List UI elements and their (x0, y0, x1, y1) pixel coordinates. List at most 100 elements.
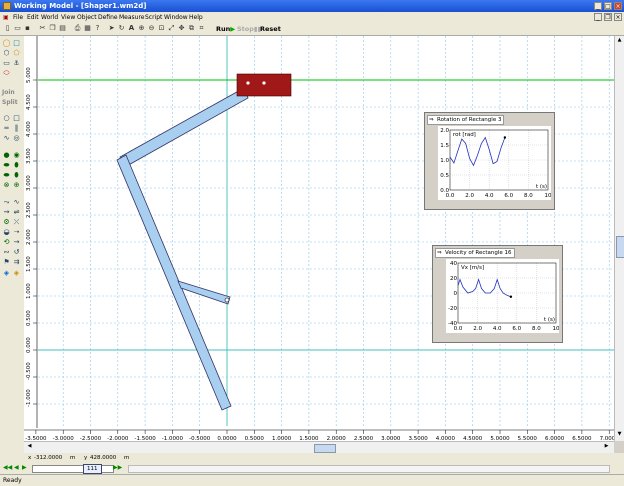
help-icon[interactable]: ? (93, 24, 102, 33)
ellipse-tool-icon[interactable]: ⬭ (2, 69, 11, 78)
world-svg[interactable]: -3.5000 -3.0000 -2.5000 -2.0000 -1.5000 -1.00… (24, 36, 614, 441)
menu-file[interactable]: File (13, 12, 23, 23)
menu-define[interactable]: Define (98, 12, 118, 23)
slot-tool-icon[interactable]: ═ (2, 124, 11, 133)
menu-object[interactable]: Object (77, 12, 97, 23)
curved-tool-icon[interactable]: ⬠ (12, 49, 21, 58)
track-icon[interactable]: ⧉ (187, 24, 196, 33)
menu-edit[interactable]: Edit (27, 12, 39, 23)
menu-world[interactable]: World (41, 12, 58, 23)
motor-icon[interactable]: ◉ (12, 151, 21, 160)
polygon-tool-icon[interactable]: ⬡ (2, 49, 11, 58)
print-icon[interactable]: ⎙ (73, 24, 82, 33)
horizontal-scroll-thumb[interactable] (314, 444, 336, 453)
info-icon[interactable]: ▦ (83, 24, 92, 33)
doc-icon[interactable]: ▣ (3, 12, 9, 23)
torque-tool-icon[interactable]: ⟲ (2, 238, 11, 247)
block-pin-left[interactable] (246, 81, 250, 85)
menu-view[interactable]: View (61, 12, 75, 23)
meter-velocity[interactable]: ⇒ Velocity of Rectangle 16 0.0 2.0 4.0 6.0 8.… (432, 245, 563, 343)
text-icon[interactable]: A (127, 24, 136, 33)
separator-tool-icon[interactable]: ⤫ (12, 218, 21, 227)
circle-tool-icon[interactable]: ◯ (2, 39, 11, 48)
stop-button[interactable]: Stop▮▮ (237, 24, 261, 34)
open-icon[interactable]: ▭ (13, 24, 22, 33)
menu-script[interactable]: Script (145, 12, 162, 23)
fit-icon[interactable]: ⤢ (167, 24, 176, 33)
rod-tool-icon[interactable]: ⇌ (12, 208, 21, 217)
actuator-tool-icon[interactable]: ⚙ (2, 218, 11, 227)
doc-close-icon[interactable]: × (614, 13, 622, 21)
rigid-joint-icon[interactable]: ⬬ (2, 161, 11, 170)
workspace-canvas[interactable]: -3.5000 -3.0000 -2.5000 -2.0000 -1.5000 -1.00… (24, 36, 614, 441)
tape-slider[interactable] (32, 465, 114, 473)
menu-help[interactable]: Help (189, 12, 203, 23)
move-icon[interactable]: ✥ (177, 24, 186, 33)
close-icon[interactable]: × (614, 2, 622, 10)
keyed-joint-icon[interactable]: ⬮ (12, 161, 21, 170)
rectangle-tool-icon[interactable]: ▭ (2, 59, 11, 68)
tape-forward-icon[interactable]: ▶ (22, 464, 27, 471)
cut-icon[interactable]: ✂ (38, 24, 47, 33)
scroll-left-icon[interactable]: ◀ (25, 443, 34, 452)
ring-tool-icon[interactable]: ◎ (12, 134, 21, 143)
menu-window[interactable]: Window (164, 12, 188, 23)
vertical-scroll-thumb[interactable] (616, 236, 624, 258)
pointer-icon[interactable]: ➤ (107, 24, 116, 33)
point-tool-icon[interactable]: ○ (2, 114, 11, 123)
meter-rotation[interactable]: ⇒ Rotation of Rectangle 3 0.0 2.0 4.0 6.0 8.0… (424, 112, 555, 210)
damper-tool-icon[interactable]: ⇝ (2, 208, 11, 217)
curved-joint-icon[interactable]: ⬮ (12, 171, 21, 180)
doc-minimize-icon[interactable]: _ (594, 13, 602, 21)
square-point-tool-icon[interactable]: □ (12, 114, 21, 123)
scroll-up-icon[interactable]: ▲ (616, 37, 623, 44)
flag-tool-icon[interactable]: ⚑ (2, 258, 11, 267)
zoom-box-icon[interactable]: ⊡ (157, 24, 166, 33)
zoom-in-icon[interactable]: ⊕ (137, 24, 146, 33)
tape-end-icon[interactable]: ▶▶ (113, 464, 122, 471)
snap-icon[interactable]: ⌗ (197, 24, 206, 33)
spring-joint-icon[interactable]: ⊗ (2, 181, 11, 190)
rotate-icon[interactable]: ↻ (117, 24, 126, 33)
meter-toggle-icon[interactable]: ⇒ (437, 249, 442, 257)
maximize-icon[interactable]: □ (604, 2, 612, 10)
menu-measure[interactable]: Measure (119, 12, 145, 23)
upper-link[interactable] (119, 87, 249, 168)
rotary-tool-icon[interactable]: ↺ (12, 248, 21, 257)
rope-tool-icon[interactable]: ⤳ (2, 198, 11, 207)
save-icon[interactable]: ▪ (23, 24, 32, 33)
tape-rewind-icon[interactable]: ◀◀ (3, 464, 12, 471)
vertical-scrollbar[interactable]: ▲ ▼ (614, 36, 624, 441)
slider-block[interactable] (236, 73, 292, 97)
pin-joint-icon[interactable]: ● (2, 151, 11, 160)
main-link[interactable] (116, 154, 232, 411)
block-pin-right[interactable] (262, 81, 266, 85)
meter-tool-icon[interactable]: ◈ (2, 269, 11, 278)
anchor-tool-icon[interactable]: ⚓ (12, 59, 21, 68)
tape-scrollbar[interactable] (128, 465, 610, 473)
scroll-right-icon[interactable]: ▶ (602, 443, 611, 452)
thrust-tool-icon[interactable]: → (12, 238, 21, 247)
doc-restore-icon[interactable]: ❐ (604, 13, 612, 21)
spring-tool-icon[interactable]: ∿ (12, 198, 21, 207)
arm-pin[interactable] (224, 297, 230, 303)
slot-joint-icon[interactable]: ⬬ (2, 171, 11, 180)
paste-icon[interactable]: ▤ (58, 24, 67, 33)
force-tool-icon[interactable]: ➝ (12, 228, 21, 237)
join-button[interactable]: Join (2, 89, 15, 96)
square-tool-icon[interactable]: □ (12, 39, 21, 48)
meter-toggle-icon[interactable]: ⇒ (429, 116, 434, 124)
zoom-out-icon[interactable]: ⊖ (147, 24, 156, 33)
tape-back-icon[interactable]: ◀ (14, 464, 19, 471)
split-button[interactable]: Split (2, 99, 18, 106)
pulley-tool-icon[interactable]: ◒ (2, 228, 11, 237)
tape-frame[interactable]: 111 (83, 464, 102, 474)
run-button[interactable]: Run▶ (216, 24, 235, 34)
scroll-down-icon[interactable]: ▼ (616, 431, 623, 438)
slider-tool-icon[interactable]: ◈ (12, 269, 21, 278)
vslot-tool-icon[interactable]: ‖ (12, 124, 21, 133)
copy-icon[interactable]: ❐ (48, 24, 57, 33)
wave-tool-icon[interactable]: ∾ (2, 248, 11, 257)
curve-slot-tool-icon[interactable]: ∿ (2, 134, 11, 143)
new-icon[interactable]: ▯ (3, 24, 12, 33)
